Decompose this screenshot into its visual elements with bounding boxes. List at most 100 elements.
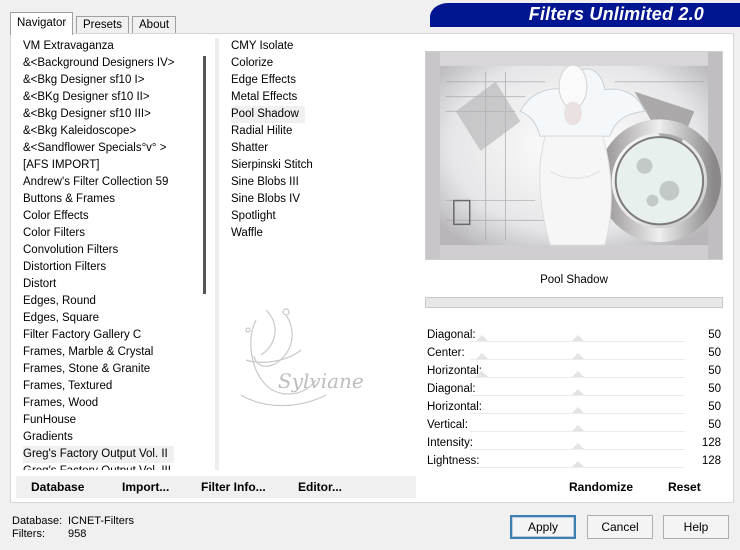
tab-navigator[interactable]: Navigator [10,12,74,35]
category-item[interactable]: Distort [16,276,201,293]
category-item[interactable]: Edges, Round [16,293,201,310]
filter-item[interactable]: Shatter [224,140,416,157]
category-item[interactable]: Frames, Textured [16,378,201,395]
database-value: ICNET-Filters [68,515,134,527]
category-item[interactable]: Edges, Square [16,310,201,327]
apply-button[interactable]: Apply [510,515,576,539]
slider-knob[interactable] [571,353,584,359]
param-slider[interactable] [470,449,685,450]
filter-item-selected[interactable]: Pool Shadow [224,106,416,123]
category-item[interactable]: &<Bkg Kaleidoscope> [16,123,201,140]
category-item[interactable]: [AFS IMPORT] [16,157,201,174]
slider-knob[interactable] [571,389,584,395]
category-item[interactable]: &<Bkg Designer sf10 III> [16,106,201,123]
filter-item[interactable]: Metal Effects [224,89,416,106]
param-slider[interactable] [470,431,685,432]
param-row: Intensity: 128 [425,435,723,453]
param-row: Diagonal: 50 [425,327,723,345]
param-slider[interactable] [470,413,685,414]
param-label: Intensity: [427,437,474,449]
database-label: Database: [12,515,63,527]
param-slider[interactable] [470,395,685,396]
help-button[interactable]: Help [663,515,729,539]
param-label: Horizontal: [427,401,482,413]
param-label: Vertical: [427,419,468,431]
filter-item[interactable]: Waffle [224,225,416,242]
category-item[interactable]: Filter Factory Gallery C [16,327,201,344]
slider-knob[interactable] [571,335,584,341]
param-slider[interactable] [470,341,685,342]
category-item[interactable]: Color Effects [16,208,201,225]
cancel-button[interactable]: Cancel [587,515,653,539]
slider-knob[interactable] [476,335,488,341]
import-button[interactable]: Import... [122,480,169,494]
filter-progress-bar [425,297,723,308]
slider-knob[interactable] [571,371,584,377]
banner-title: Filters Unlimited 2.0 [528,4,704,24]
filter-item-label: Pool Shadow [231,106,305,123]
reset-button[interactable]: Reset [668,480,701,494]
category-item-selected[interactable]: Greg's Factory Output Vol. II [16,446,201,463]
category-item[interactable]: Frames, Wood [16,395,201,412]
category-item[interactable]: Convolution Filters [16,242,201,259]
param-value: 128 [701,455,721,467]
category-item[interactable]: &<Bkg Designer sf10 I> [16,72,201,89]
param-value: 50 [708,365,721,377]
category-item[interactable]: Buttons & Frames [16,191,201,208]
category-item[interactable]: &<Background Designers IV> [16,55,201,72]
param-row: Horizontal: 50 [425,399,723,417]
slider-knob[interactable] [476,353,488,359]
param-slider[interactable] [470,467,685,468]
filters-label: Filters: [12,528,45,540]
param-slider[interactable] [470,377,685,378]
tab-about[interactable]: About [132,16,177,34]
param-value: 50 [708,383,721,395]
filter-item[interactable]: CMY Isolate [224,38,416,55]
slider-knob[interactable] [571,443,584,449]
category-item[interactable]: Distortion Filters [16,259,201,276]
database-info: Database: ICNET-Filters Filters: 958 [12,515,134,541]
slider-knob[interactable] [571,407,584,413]
param-row: Lightness: 128 [425,453,723,471]
filter-item[interactable]: Sine Blobs III [224,174,416,191]
filter-item[interactable]: Edge Effects [224,72,416,89]
slider-knob[interactable] [571,425,584,431]
preview-image [425,51,723,260]
category-item[interactable]: Frames, Stone & Granite [16,361,201,378]
filter-info-button[interactable]: Filter Info... [201,480,266,494]
category-item[interactable]: Gradients [16,429,201,446]
watermark-logo: Sylviane [240,308,364,407]
param-value: 50 [708,347,721,359]
slider-knob[interactable] [476,371,488,377]
param-slider[interactable] [470,359,685,360]
param-row: Vertical: 50 [425,417,723,435]
category-item[interactable]: Andrew's Filter Collection 59 [16,174,201,191]
randomize-button[interactable]: Randomize [569,480,633,494]
param-row: Horizontal: 50 [425,363,723,381]
category-item[interactable]: Color Filters [16,225,201,242]
param-row: Diagonal: 50 [425,381,723,399]
category-item[interactable]: &<Sandflower Specials°v° > [16,140,201,157]
filter-item[interactable]: Sine Blobs IV [224,191,416,208]
category-item[interactable]: VM Extravaganza [16,38,201,55]
editor-button[interactable]: Editor... [298,480,342,494]
category-item[interactable]: Greg's Factory Output Vol. III [16,463,201,470]
param-label: Lightness: [427,455,480,467]
category-item[interactable]: FunHouse [16,412,201,429]
category-scrollbar[interactable] [198,38,214,470]
database-button[interactable]: Database [31,480,84,494]
category-item[interactable]: Frames, Marble & Crystal [16,344,201,361]
tab-presets[interactable]: Presets [76,16,129,34]
param-value: 128 [701,437,721,449]
param-value: 50 [708,401,721,413]
slider-knob[interactable] [571,461,584,467]
filter-item[interactable]: Colorize [224,55,416,72]
filter-item[interactable]: Radial Hilite [224,123,416,140]
tab-strip: Navigator Presets About [10,12,177,35]
category-list[interactable]: VM Extravaganza &<Background Designers IV… [16,38,201,470]
category-item[interactable]: &<BKg Designer sf10 II> [16,89,201,106]
filter-item[interactable]: Sierpinski Stitch [224,157,416,174]
filters-count: 958 [68,528,87,540]
scrollbar-thumb[interactable] [203,56,206,294]
filter-item[interactable]: Spotlight [224,208,416,225]
